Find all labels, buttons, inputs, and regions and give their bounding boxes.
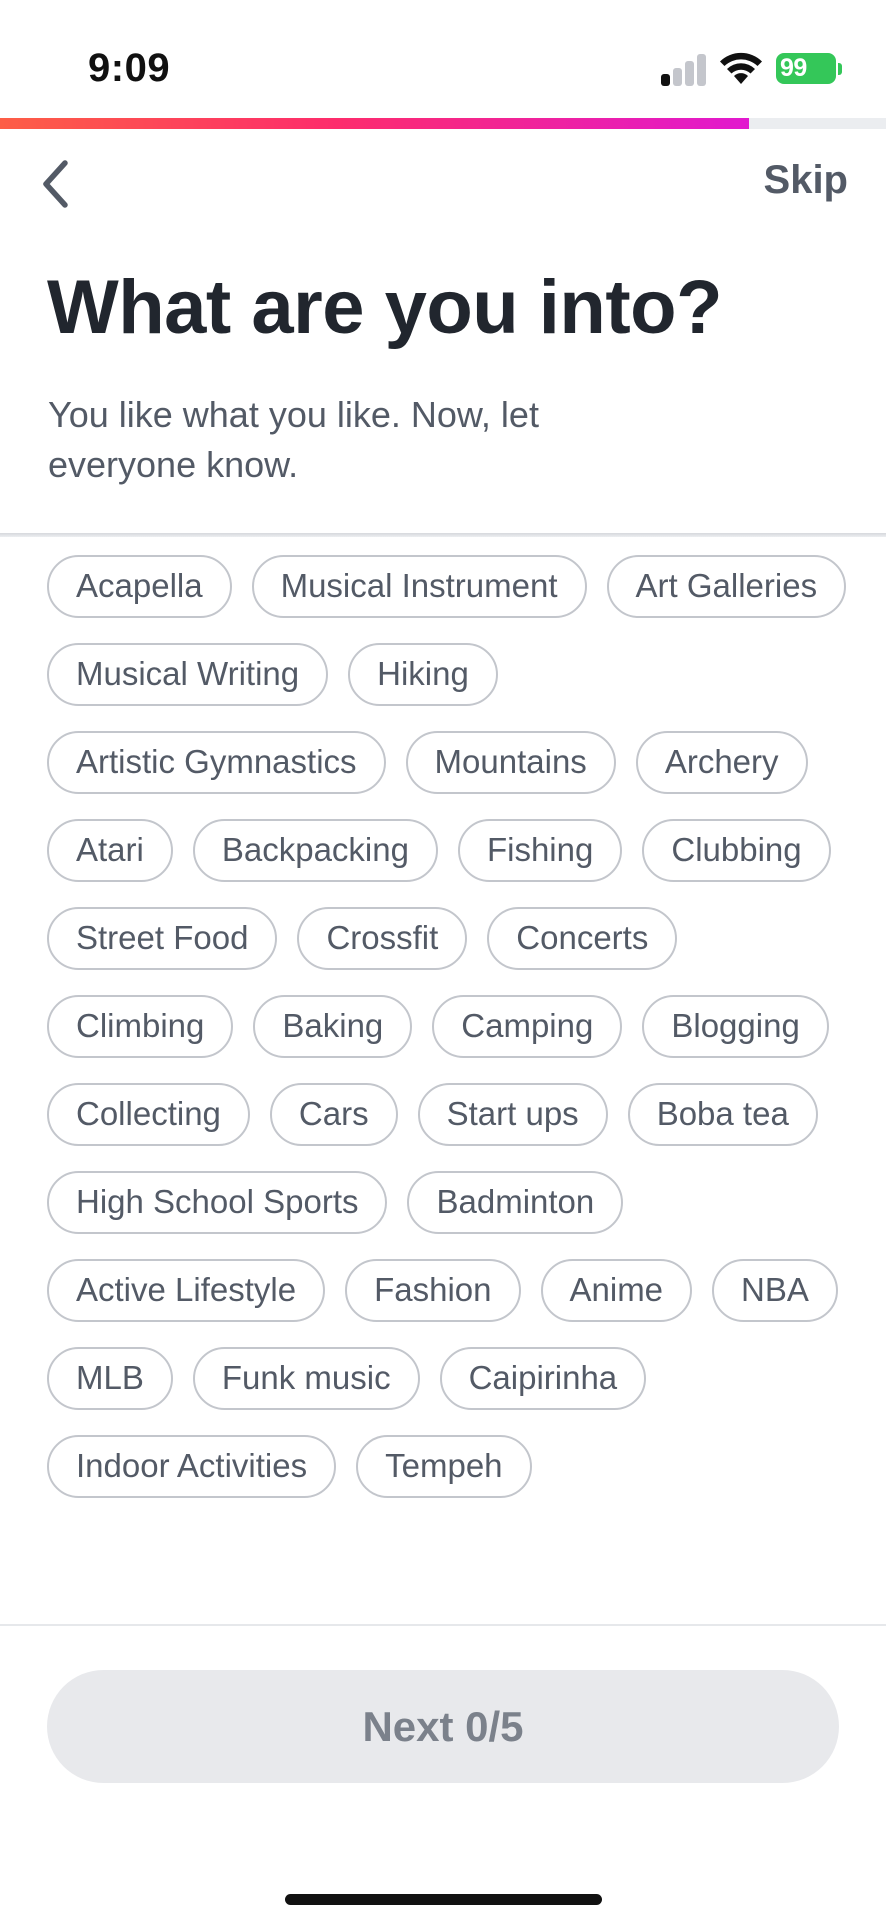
interest-chip[interactable]: Acapella [47, 555, 232, 618]
interest-chip[interactable]: Badminton [407, 1171, 624, 1234]
interest-chip[interactable]: Camping [432, 995, 623, 1058]
interest-chip[interactable]: Tempeh [356, 1435, 532, 1498]
battery-icon: 99 [776, 53, 836, 84]
interest-chip[interactable]: Fishing [457, 819, 623, 882]
onboarding-progress-bar [0, 118, 886, 129]
progress-fill [0, 118, 749, 129]
skip-button[interactable]: Skip [764, 158, 848, 203]
interest-chip[interactable]: Artistic Gymnastics [47, 731, 386, 794]
interest-chip[interactable]: Street Food [47, 907, 278, 970]
interest-chip[interactable]: Atari [47, 819, 173, 882]
interest-chip[interactable]: Musical Writing [47, 643, 329, 706]
interest-chip[interactable]: Mountains [405, 731, 616, 794]
cellular-signal-icon [661, 52, 707, 86]
interest-chip[interactable]: Cars [269, 1083, 398, 1146]
home-indicator [285, 1894, 602, 1905]
chevron-left-icon [43, 160, 68, 208]
interest-chip[interactable]: Boba tea [627, 1083, 818, 1146]
interest-chip[interactable]: Backpacking [192, 819, 438, 882]
battery-level: 99 [780, 54, 807, 82]
next-button[interactable]: Next 0/5 [47, 1670, 839, 1783]
interest-chip[interactable]: High School Sports [47, 1171, 388, 1234]
back-button[interactable] [30, 152, 80, 216]
interests-list[interactable]: Acapella Musical Instrument Art Galleries M… [0, 537, 886, 1624]
page-subtitle: You like what you like. Now, let everyon… [48, 394, 539, 485]
interest-chip[interactable]: Indoor Activities [47, 1435, 337, 1498]
interest-chip[interactable]: Fashion [345, 1259, 521, 1322]
interest-chip[interactable]: Hiking [348, 643, 498, 706]
status-bar: 9:09 99 [0, 0, 886, 118]
interest-chip[interactable]: Caipirinha [439, 1347, 647, 1410]
interest-chip[interactable]: Art Galleries [606, 555, 847, 618]
status-time: 9:09 [88, 46, 171, 90]
interest-chip[interactable]: Active Lifestyle [47, 1259, 326, 1322]
interest-chips: Acapella Musical Instrument Art Galleries M… [47, 555, 847, 1498]
interest-chip[interactable]: Musical Instrument [251, 555, 587, 618]
page-title: What are you into? [47, 265, 723, 350]
interest-chip[interactable]: Funk music [192, 1347, 420, 1410]
interest-chip[interactable]: Start ups [417, 1083, 608, 1146]
interest-chip[interactable]: MLB [47, 1347, 173, 1410]
interest-chip[interactable]: Collecting [47, 1083, 250, 1146]
footer: Next 0/5 [0, 1624, 886, 1922]
battery-nub [838, 63, 842, 75]
interest-chip[interactable]: Anime [540, 1259, 693, 1322]
interest-chip[interactable]: Blogging [642, 995, 829, 1058]
interest-chip[interactable]: Climbing [47, 995, 234, 1058]
interest-chip[interactable]: Crossfit [297, 907, 468, 970]
interest-chip[interactable]: NBA [712, 1259, 838, 1322]
wifi-icon [720, 52, 762, 84]
interest-chip[interactable]: Baking [253, 995, 413, 1058]
interest-chip[interactable]: Concerts [487, 907, 678, 970]
interest-chip[interactable]: Archery [635, 731, 808, 794]
interest-chip[interactable]: Clubbing [642, 819, 831, 882]
